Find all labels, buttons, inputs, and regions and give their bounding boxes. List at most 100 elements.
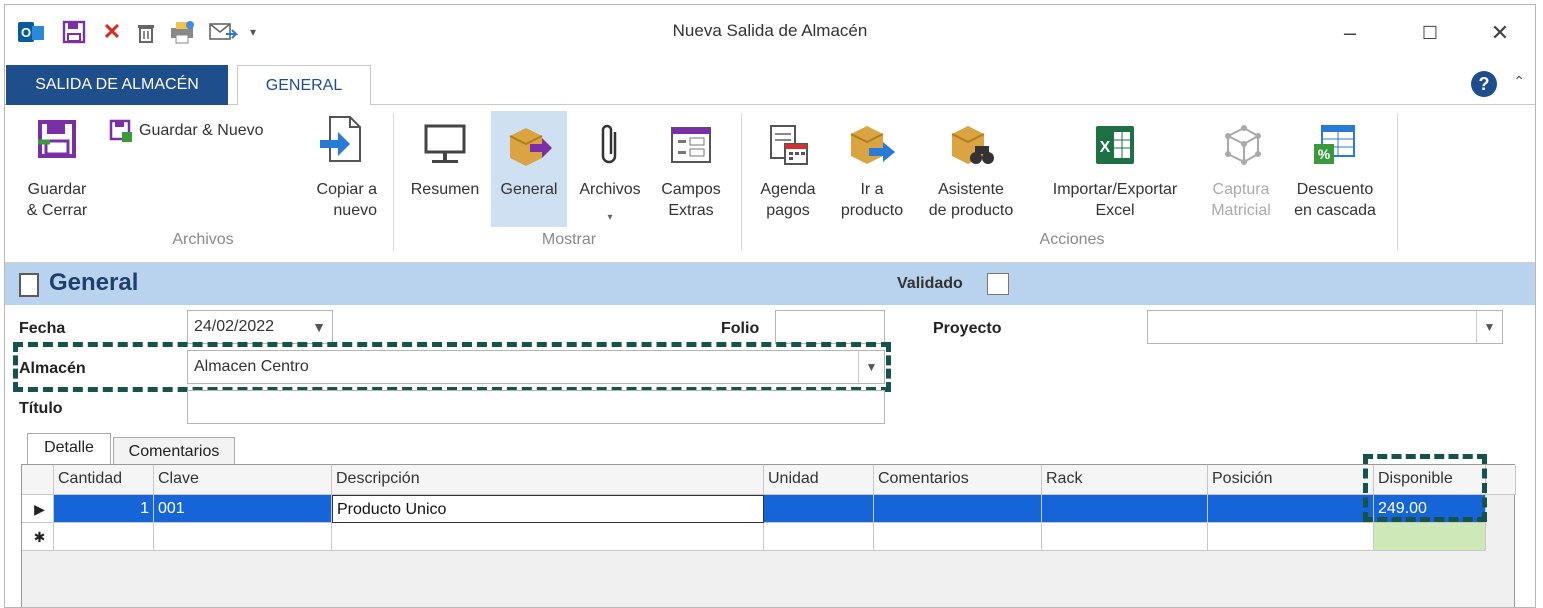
cell-clave[interactable]: 001	[154, 495, 332, 523]
cell-unidad[interactable]	[764, 495, 874, 523]
descuento-cascada-button[interactable]: % Descuento en cascada	[1283, 111, 1387, 227]
importar-exportar-button[interactable]: X Importar/Exportar Excel	[1031, 111, 1199, 227]
new-cell[interactable]	[874, 523, 1042, 551]
maximize-icon[interactable]: ☐	[1415, 19, 1445, 47]
proyecto-field[interactable]: ▼	[1147, 310, 1503, 344]
descuento-cascada-label: Descuento en cascada	[1294, 181, 1376, 219]
guardar-nuevo-label: Guardar & Nuevo	[139, 122, 264, 139]
titulo-field[interactable]	[187, 390, 885, 424]
box-arrow-icon	[504, 119, 554, 171]
save-close-icon	[32, 113, 82, 165]
group-acciones-label: Acciones	[1039, 231, 1105, 248]
archivos-label: Archivos	[579, 181, 641, 198]
form-fields-icon	[666, 119, 716, 171]
cell-comentarios[interactable]	[874, 495, 1042, 523]
guardar-cerrar-label: Guardar & Cerrar	[26, 181, 88, 219]
captura-matricial-button[interactable]: Captura Matricial	[1201, 111, 1281, 227]
resumen-button[interactable]: Resumen	[401, 111, 489, 227]
save-new-icon	[109, 119, 133, 149]
copiar-nuevo-button[interactable]: Copiar a nuevo	[301, 105, 381, 227]
column-header-rack[interactable]: Rack	[1042, 465, 1208, 495]
chevron-down-icon[interactable]: ▼	[1476, 311, 1502, 343]
tab-salida-almacen[interactable]: SALIDA DE ALMACÉN	[6, 65, 228, 105]
copiar-nuevo-label: Copiar a nuevo	[316, 181, 377, 219]
fecha-field[interactable]: 24/02/2022 ▼	[187, 310, 333, 344]
copy-new-icon	[316, 113, 366, 165]
almacen-highlight-box	[13, 342, 891, 392]
title-bar: O ✕ ▾ Nueva Salida de Almacén – ☐ ✕	[5, 5, 1535, 63]
ribbon-tabs: SALIDA DE ALMACÉN GENERAL ? ⌃	[5, 63, 1535, 106]
guardar-nuevo-button[interactable]: Guardar & Nuevo	[107, 117, 297, 145]
tab-general[interactable]: GENERAL	[237, 65, 371, 106]
asistente-producto-button[interactable]: Asistente de producto	[915, 111, 1027, 227]
disponible-highlight-box	[1363, 454, 1487, 522]
detail-grid: Cantidad Clave Descripción Unidad Coment…	[21, 464, 1516, 607]
folio-label: Folio	[721, 320, 760, 337]
column-header-posicion[interactable]: Posición	[1208, 465, 1374, 495]
new-row-indicator-icon[interactable]: ✱	[22, 523, 54, 551]
close-window-icon[interactable]: ✕	[1485, 19, 1515, 47]
svg-text:X: X	[1100, 139, 1111, 156]
ribbon-separator	[741, 113, 742, 251]
validado-checkbox[interactable]	[987, 273, 1009, 295]
new-cell[interactable]	[54, 523, 154, 551]
campos-extras-button[interactable]: Campos Extras	[651, 111, 731, 227]
cube-matrix-icon	[1216, 119, 1266, 171]
svg-text:%: %	[1318, 146, 1331, 162]
validado-label: Validado	[897, 275, 963, 292]
proyecto-label: Proyecto	[933, 320, 1002, 337]
archivos-button[interactable]: Archivos ▾	[569, 111, 651, 227]
calendar-doc-icon	[763, 119, 813, 171]
tab-detalle[interactable]: Detalle	[27, 433, 111, 465]
general-view-label: General	[500, 181, 558, 198]
excel-icon: X	[1090, 119, 1140, 171]
captura-matricial-label: Captura Matricial	[1211, 181, 1271, 219]
ir-producto-button[interactable]: Ir a producto	[831, 111, 913, 227]
new-cell[interactable]	[154, 523, 332, 551]
new-cell[interactable]	[332, 523, 764, 551]
window: O ✕ ▾ Nueva Salida de Almacén – ☐ ✕ SALI…	[4, 4, 1536, 608]
box-goto-icon	[847, 119, 897, 171]
guardar-cerrar-button[interactable]: Guardar & Cerrar	[15, 105, 99, 227]
asistente-producto-label: Asistente de producto	[928, 181, 1014, 219]
help-icon[interactable]: ?	[1471, 71, 1497, 97]
column-header-clave[interactable]: Clave	[154, 465, 332, 495]
minimize-icon[interactable]: –	[1335, 19, 1365, 47]
chevron-down-icon[interactable]: ▼	[306, 311, 332, 343]
ribbon-separator	[1397, 113, 1398, 251]
general-header-bar: General Validado	[5, 263, 1535, 305]
cell-descripcion[interactable]: Producto Unico	[332, 495, 764, 523]
new-cell-disponible[interactable]	[1374, 523, 1486, 551]
agenda-pagos-button[interactable]: Agenda pagos	[747, 111, 829, 227]
importar-exportar-label: Importar/Exportar Excel	[1052, 181, 1178, 219]
new-cell[interactable]	[1208, 523, 1374, 551]
ribbon-separator	[393, 113, 394, 251]
fecha-label: Fecha	[19, 320, 66, 337]
column-header-filler	[1486, 465, 1516, 495]
new-cell[interactable]	[1042, 523, 1208, 551]
row-header-corner	[22, 465, 54, 495]
tab-comentarios[interactable]: Comentarios	[113, 437, 235, 465]
row-indicator-icon[interactable]: ▶	[22, 495, 54, 523]
ribbon: Guardar & Cerrar Guardar & Nuevo Copiar …	[5, 105, 1535, 263]
cell-posicion[interactable]	[1208, 495, 1374, 523]
column-header-comentarios[interactable]: Comentarios	[874, 465, 1042, 495]
monitor-icon	[420, 119, 470, 171]
box-binoculars-icon	[946, 119, 996, 171]
resumen-label: Resumen	[410, 181, 480, 198]
column-header-unidad[interactable]: Unidad	[764, 465, 874, 495]
titulo-label: Título	[19, 400, 63, 417]
ir-producto-label: Ir a producto	[840, 181, 904, 219]
new-cell[interactable]	[764, 523, 874, 551]
collapse-ribbon-icon[interactable]: ⌃	[1513, 73, 1525, 90]
cell-rack[interactable]	[1042, 495, 1208, 523]
group-mostrar-label: Mostrar	[541, 231, 597, 248]
general-view-button[interactable]: General	[491, 111, 567, 227]
dropdown-arrow-icon: ▾	[607, 212, 613, 223]
folio-field[interactable]	[775, 310, 885, 344]
column-header-cantidad[interactable]: Cantidad	[54, 465, 154, 495]
campos-extras-label: Campos Extras	[661, 181, 721, 219]
column-header-descripcion[interactable]: Descripción	[332, 465, 764, 495]
cell-cantidad[interactable]: 1	[54, 495, 154, 523]
fecha-value: 24/02/2022	[194, 318, 275, 335]
